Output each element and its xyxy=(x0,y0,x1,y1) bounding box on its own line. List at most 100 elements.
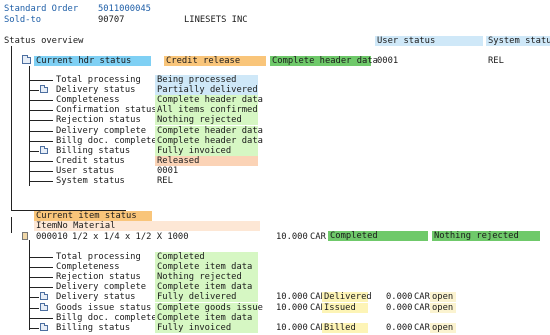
item-overall-status: Completed xyxy=(328,231,428,241)
item-detail-unit-open: CAR xyxy=(414,322,430,333)
item-detail-label-billing-status: Billing status xyxy=(56,322,131,333)
header-detail-label-delivery-complete: Delivery complete xyxy=(56,125,147,136)
tree-connector xyxy=(29,257,53,258)
item-quantity: 10.000 xyxy=(276,232,308,242)
tree-connector xyxy=(29,317,53,319)
folder-icon[interactable] xyxy=(40,145,48,154)
tree-connector xyxy=(29,90,39,92)
header-detail-label-billing-status: Billing status xyxy=(56,145,131,156)
tree-connector xyxy=(29,297,39,299)
item-detail-value-delivery-complete: Complete item data xyxy=(155,282,258,293)
header-detail-value-rejection-status: Nothing rejected xyxy=(155,115,258,126)
header-detail-value-billing-status: Fully invoiced xyxy=(155,145,258,156)
tree-connector xyxy=(29,267,53,269)
tree-connector xyxy=(29,80,53,81)
item-detail-value-goods-issue-status: Complete goods issue xyxy=(155,302,263,313)
item-detail-label-completeness: Completeness xyxy=(56,262,120,273)
tree-line-root-2 xyxy=(11,217,12,233)
tree-line-root xyxy=(11,46,12,211)
tree-connector xyxy=(29,277,53,279)
user-status-column-header: User status xyxy=(375,36,483,46)
header-detail-value-billg-doc-complete: Complete header data xyxy=(155,135,263,146)
item-detail-value-completeness: Complete item data xyxy=(155,262,258,273)
tree-connector xyxy=(29,181,53,182)
header-credit-status: Credit release xyxy=(164,56,266,66)
header-detail-label-billg-doc-complete: Billg doc. complete xyxy=(56,135,157,146)
item-detail-qty-open: 0.000 xyxy=(386,302,413,313)
header-detail-value-delivery-complete: Complete header data xyxy=(155,125,263,136)
header-detail-value-delivery-status: Partially delivered xyxy=(155,85,258,96)
item-unit: CAR xyxy=(310,232,326,242)
header-detail-label-rejection-status: Rejection status xyxy=(56,115,141,126)
item-detail-qty-open: 0.000 xyxy=(386,322,413,333)
customer-name: LINESETS INC xyxy=(184,15,248,25)
status-overview-title: Status overview xyxy=(4,36,84,46)
header-detail-value-system-status: REL xyxy=(157,176,173,186)
header-detail-label-delivery-status: Delivery status xyxy=(56,85,136,96)
tree-connector xyxy=(29,327,39,329)
item-detail-label-delivery-status: Delivery status xyxy=(56,292,136,303)
tree-connector xyxy=(29,100,53,102)
item-detail-status-open: open xyxy=(430,322,456,333)
item-material: 1/2 x 1/4 x 1/2 X 1000 xyxy=(72,232,189,242)
item-detail-label-delivery-complete: Delivery complete xyxy=(56,282,147,293)
tree-line-header xyxy=(29,66,30,186)
item-detail-qty-open: 0.000 xyxy=(386,292,413,303)
folder-icon[interactable] xyxy=(40,322,48,331)
tree-connector xyxy=(29,120,53,122)
header-system-status: REL xyxy=(488,56,504,66)
item-detail-qty-done: 10.000 xyxy=(276,322,308,333)
header-detail-value-confirmation-status: All items confirmed xyxy=(155,105,258,116)
item-detail-status-done: Billed xyxy=(322,322,368,333)
header-detail-label-system-status: System status xyxy=(56,176,125,186)
standard-order-value: 5011000045 xyxy=(98,4,151,14)
folder-open-icon[interactable] xyxy=(22,55,31,64)
item-detail-value-delivery-status: Fully delivered xyxy=(155,292,258,303)
item-detail-value-rejection-status: Nothing rejected xyxy=(155,272,258,283)
item-detail-status-done: Delivered xyxy=(322,292,372,303)
item-column-header: ItemNo Material xyxy=(34,221,260,231)
header-detail-value-credit-status: Released xyxy=(155,155,258,166)
header-completeness-status: Complete header data xyxy=(270,56,378,66)
tree-connector xyxy=(29,170,53,172)
header-detail-label-total-processing: Total processing xyxy=(56,75,141,85)
current-item-status: Current item status xyxy=(34,211,152,221)
tree-line-item xyxy=(29,240,30,330)
item-detail-qty-done: 10.000 xyxy=(276,292,308,303)
tree-connector xyxy=(29,160,53,162)
system-status-column-header: System status xyxy=(486,36,550,46)
tree-connector xyxy=(29,287,53,289)
header-user-status: 0001 xyxy=(377,56,399,66)
folder-icon[interactable] xyxy=(40,302,48,311)
current-header-status[interactable]: Current hdr status xyxy=(34,56,151,66)
item-detail-label-total-processing: Total processing xyxy=(56,252,141,262)
item-icon[interactable] xyxy=(22,232,28,240)
folder-icon[interactable] xyxy=(40,292,48,301)
header-detail-label-user-status: User status xyxy=(56,165,115,176)
tree-connector xyxy=(29,110,53,112)
item-detail-status-open: open xyxy=(430,292,456,303)
item-detail-status-open: open xyxy=(430,302,456,313)
tree-connector xyxy=(29,307,39,309)
item-rejection-status: Nothing rejected xyxy=(432,231,540,241)
soldto-label: Sold-to xyxy=(4,15,42,25)
header-detail-label-completeness: Completeness xyxy=(56,95,120,106)
item-detail-value-billing-status: Fully invoiced xyxy=(155,322,258,333)
item-detail-qty-done: 10.000 xyxy=(276,302,308,313)
header-detail-label-confirmation-status: Confirmation status xyxy=(56,105,157,116)
folder-icon[interactable] xyxy=(40,85,48,94)
tree-connector xyxy=(29,130,53,132)
item-detail-unit-open: CAR xyxy=(414,302,430,313)
item-detail-label-goods-issue-status: Goods issue status xyxy=(56,302,152,313)
item-number[interactable]: 000010 xyxy=(36,232,68,242)
header-detail-label-credit-status: Credit status xyxy=(56,155,125,166)
tree-connector xyxy=(29,150,39,152)
header-detail-value-total-processing: Being processed xyxy=(155,75,258,85)
item-detail-value-billg-doc-complete: Complete item data xyxy=(155,312,258,323)
soldto-value: 90707 xyxy=(98,15,125,25)
header-detail-value-user-status: 0001 xyxy=(157,165,179,176)
header-detail-value-completeness: Complete header data xyxy=(155,95,263,106)
item-detail-unit-open: CAR xyxy=(414,292,430,303)
item-detail-label-rejection-status: Rejection status xyxy=(56,272,141,283)
tree-connector xyxy=(29,140,53,142)
